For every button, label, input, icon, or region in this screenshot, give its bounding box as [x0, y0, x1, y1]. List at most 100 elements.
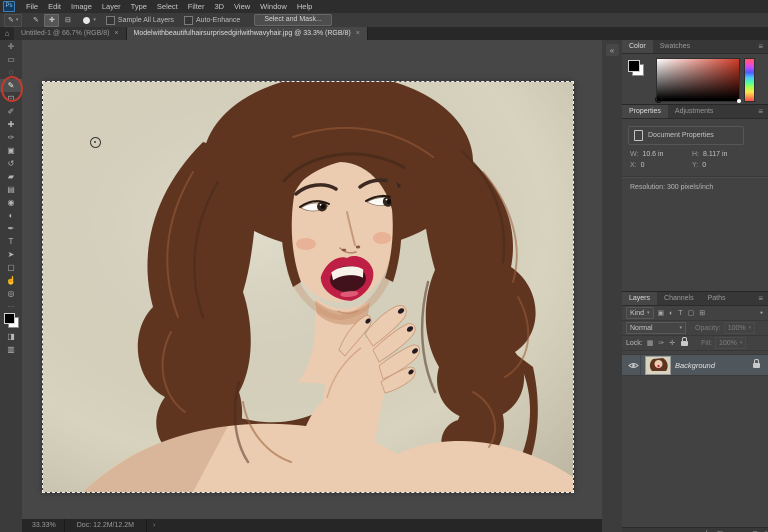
- edit-toolbar-icon[interactable]: …: [0, 300, 22, 310]
- chevron-down-icon[interactable]: ▾: [93, 17, 96, 23]
- document-image[interactable]: [42, 81, 574, 493]
- layer-filter-kind-dropdown[interactable]: Kind ▾: [626, 307, 654, 319]
- tool-history-brush[interactable]: ↺: [0, 157, 22, 170]
- menu-layer[interactable]: Layer: [97, 1, 126, 13]
- filter-smart-objects-icon[interactable]: ⊞: [698, 309, 706, 317]
- tab-properties[interactable]: Properties: [622, 105, 668, 118]
- quick-selection-icon: ✎: [8, 16, 14, 24]
- close-icon[interactable]: ×: [356, 30, 360, 37]
- tool-lasso[interactable]: ◌: [0, 66, 22, 79]
- menu-filter[interactable]: Filter: [183, 1, 210, 13]
- tool-eyedropper[interactable]: ✐: [0, 105, 22, 118]
- eye-icon: [627, 362, 639, 368]
- model-photo: [43, 82, 573, 492]
- tool-screen-mode[interactable]: ▥: [0, 343, 22, 356]
- tool-crop[interactable]: ⊡: [0, 92, 22, 105]
- tool-type[interactable]: T: [0, 235, 22, 248]
- tool-brush[interactable]: ✑: [0, 131, 22, 144]
- menu-select[interactable]: Select: [152, 1, 183, 13]
- layer-visibility-toggle[interactable]: [626, 355, 641, 375]
- panel-menu-icon[interactable]: ≡: [753, 40, 768, 53]
- lock-position-icon[interactable]: ✛: [668, 339, 676, 347]
- color-swatches[interactable]: [3, 313, 19, 328]
- filter-adjustment-layers-icon[interactable]: ◐: [668, 310, 674, 317]
- tool-rectangle[interactable]: ▢: [0, 261, 22, 274]
- tool-eraser[interactable]: ▰: [0, 170, 22, 183]
- y-value[interactable]: 0: [702, 162, 706, 169]
- collapse-panels-icon[interactable]: «: [605, 44, 619, 56]
- menu-edit[interactable]: Edit: [43, 1, 66, 13]
- sample-all-layers-checkbox[interactable]: Sample All Layers: [105, 15, 174, 25]
- chevron-right-icon[interactable]: ›: [147, 522, 161, 529]
- tool-gradient[interactable]: ▤: [0, 183, 22, 196]
- home-icon[interactable]: ⌂: [0, 27, 14, 40]
- width-value[interactable]: 10.6 in: [642, 151, 663, 158]
- layer-locked-icon[interactable]: [753, 358, 760, 368]
- tab-swatches[interactable]: Swatches: [653, 40, 697, 53]
- panel-menu-icon[interactable]: ≡: [753, 292, 768, 305]
- fill-dropdown[interactable]: 100% ▾: [715, 337, 747, 349]
- layer-thumbnail[interactable]: [645, 355, 671, 375]
- brush-size-preview[interactable]: [83, 16, 91, 24]
- photoshop-window: Ps File Edit Image Layer Type Select Fil…: [0, 0, 768, 532]
- color-panel-swatches[interactable]: [628, 60, 644, 76]
- chevron-down-icon: ▾: [679, 324, 682, 331]
- tab-untitled-1[interactable]: Untitled-1 @ 66.7% (RGB/8) ×: [14, 27, 127, 40]
- color-picker-marker[interactable]: [655, 96, 662, 103]
- tool-zoom[interactable]: ◎: [0, 287, 22, 300]
- menu-view[interactable]: View: [229, 1, 255, 13]
- tool-pen[interactable]: ✒: [0, 222, 22, 235]
- canvas-area[interactable]: [22, 40, 602, 519]
- tool-spot-healing-brush[interactable]: ✚: [0, 118, 22, 131]
- tool-hand[interactable]: ☝: [0, 274, 22, 287]
- add-to-selection-button[interactable]: ✚: [44, 13, 60, 27]
- panel-menu-icon[interactable]: ≡: [753, 105, 768, 118]
- filter-type-layers-icon[interactable]: T: [677, 310, 683, 317]
- tool-move[interactable]: ✛: [0, 40, 22, 53]
- height-value[interactable]: 8.117 in: [703, 151, 727, 158]
- tab-color[interactable]: Color: [622, 40, 653, 53]
- foreground-color-swatch[interactable]: [628, 60, 640, 72]
- new-selection-button[interactable]: ✎: [29, 15, 42, 26]
- tab-channels[interactable]: Channels: [657, 292, 701, 305]
- tool-dodge[interactable]: ◐: [0, 209, 22, 222]
- tool-quick-selection[interactable]: ✎: [0, 79, 22, 92]
- filter-toggle-icon[interactable]: ●: [759, 310, 764, 316]
- layer-row-background[interactable]: Background: [622, 354, 768, 376]
- select-and-mask-button[interactable]: Select and Mask...: [254, 14, 332, 26]
- menu-help[interactable]: Help: [292, 1, 317, 13]
- saturation-brightness-picker[interactable]: [655, 58, 741, 103]
- menu-3d[interactable]: 3D: [209, 1, 229, 13]
- subtract-from-selection-button[interactable]: ⊟: [61, 15, 74, 26]
- blend-mode-dropdown[interactable]: Normal ▾: [626, 322, 686, 334]
- lock-pixels-icon[interactable]: ✑: [657, 339, 665, 347]
- foreground-color-swatch[interactable]: [3, 313, 15, 324]
- opacity-dropdown[interactable]: 100% ▾: [723, 322, 756, 334]
- chevron-down-icon: ▾: [647, 309, 650, 316]
- hue-slider[interactable]: [744, 58, 755, 102]
- menu-type[interactable]: Type: [126, 1, 152, 13]
- tool-quick-mask-mode[interactable]: ◨: [0, 330, 22, 343]
- lock-transparency-icon[interactable]: ▦: [646, 339, 655, 347]
- menu-image[interactable]: Image: [66, 1, 97, 13]
- healing-brush-icon: ✚: [7, 120, 15, 129]
- tab-adjustments[interactable]: Adjustments: [668, 105, 721, 118]
- tab-model-image[interactable]: Modelwithbeautifulhairsurprisedgirlwithw…: [126, 27, 368, 40]
- tool-preset-picker[interactable]: ✎ ▾: [4, 13, 23, 27]
- filter-pixel-layers-icon[interactable]: ▣: [657, 309, 666, 317]
- tab-paths[interactable]: Paths: [701, 292, 733, 305]
- close-icon[interactable]: ×: [114, 30, 118, 37]
- tool-path-selection[interactable]: ➤: [0, 248, 22, 261]
- auto-enhance-checkbox[interactable]: Auto-Enhance: [183, 15, 240, 25]
- menu-window[interactable]: Window: [255, 1, 292, 13]
- tab-layers[interactable]: Layers: [622, 292, 658, 305]
- tool-clone-stamp[interactable]: ▣: [0, 144, 22, 157]
- lock-all-icon[interactable]: [681, 336, 689, 346]
- filter-shape-layers-icon[interactable]: ▢: [687, 309, 696, 317]
- x-value[interactable]: 0: [641, 162, 645, 169]
- tool-rectangular-marquee[interactable]: ▭: [0, 53, 22, 66]
- zoom-level[interactable]: 33.33%: [22, 522, 64, 529]
- menu-file[interactable]: File: [21, 1, 43, 13]
- tool-blur[interactable]: ◉: [0, 196, 22, 209]
- layer-name[interactable]: Background: [675, 361, 715, 370]
